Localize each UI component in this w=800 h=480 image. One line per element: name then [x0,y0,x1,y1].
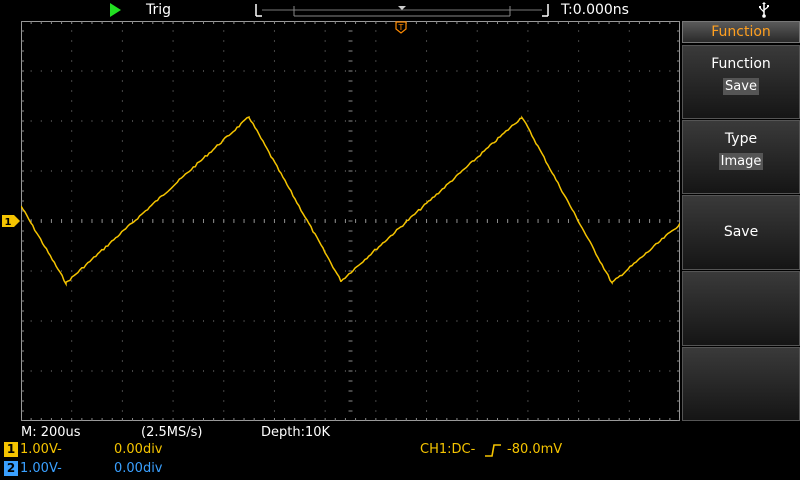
sample-rate-label: (2.5MS/s) [141,425,203,440]
menu-item-label: Save [723,224,759,240]
timebase-memory-bar [255,4,549,17]
ch1-position: 0.00div [114,442,163,457]
time-offset: T:0.000ns [561,2,629,18]
ch1-level-marker[interactable]: 1 [2,215,20,227]
bottom-status-bar: M: 200us (2.5MS/s) Depth:10K 1 1.00V- 0.… [0,421,800,480]
trigger-info: CH1:DC- [420,442,476,457]
menu-item-save[interactable]: Save [682,195,800,270]
rising-edge-icon [485,444,501,457]
menu-item-type[interactable]: Type Image [682,120,800,194]
menu-item-empty-4[interactable] [682,271,800,346]
menu-item-function[interactable]: Function Save [682,45,800,119]
memory-depth-label: Depth:10K [261,425,331,440]
ch2-badge[interactable]: 2 [4,461,18,476]
ch2-volts-div: 1.00V- [20,461,62,476]
timebase-label: M: 200us [21,425,81,440]
graticule [21,21,680,421]
menu-item-label: Function [711,56,771,72]
usb-icon [759,2,769,18]
menu-title: Function [682,21,800,43]
run-state-icon[interactable] [110,3,121,17]
trigger-level: -80.0mV [507,442,563,457]
top-status-bar: Trig T:0.000ns [0,0,800,20]
ch1-badge[interactable]: 1 [4,442,18,457]
menu-item-label: Type [724,131,758,147]
trigger-position-marker[interactable]: T [395,21,407,34]
menu-item-empty-5[interactable] [682,347,800,421]
waveform-display[interactable] [21,21,680,421]
ch1-volts-div: 1.00V- [20,442,62,457]
ch2-position: 0.00div [114,461,163,476]
trigger-status: Trig [146,2,172,18]
menu-item-value: Image [718,153,764,170]
svg-text:1: 1 [5,217,12,227]
menu-item-value: Save [723,78,759,95]
svg-text:T: T [398,23,404,32]
function-menu: Function Function Save Type Image Save [682,21,800,421]
